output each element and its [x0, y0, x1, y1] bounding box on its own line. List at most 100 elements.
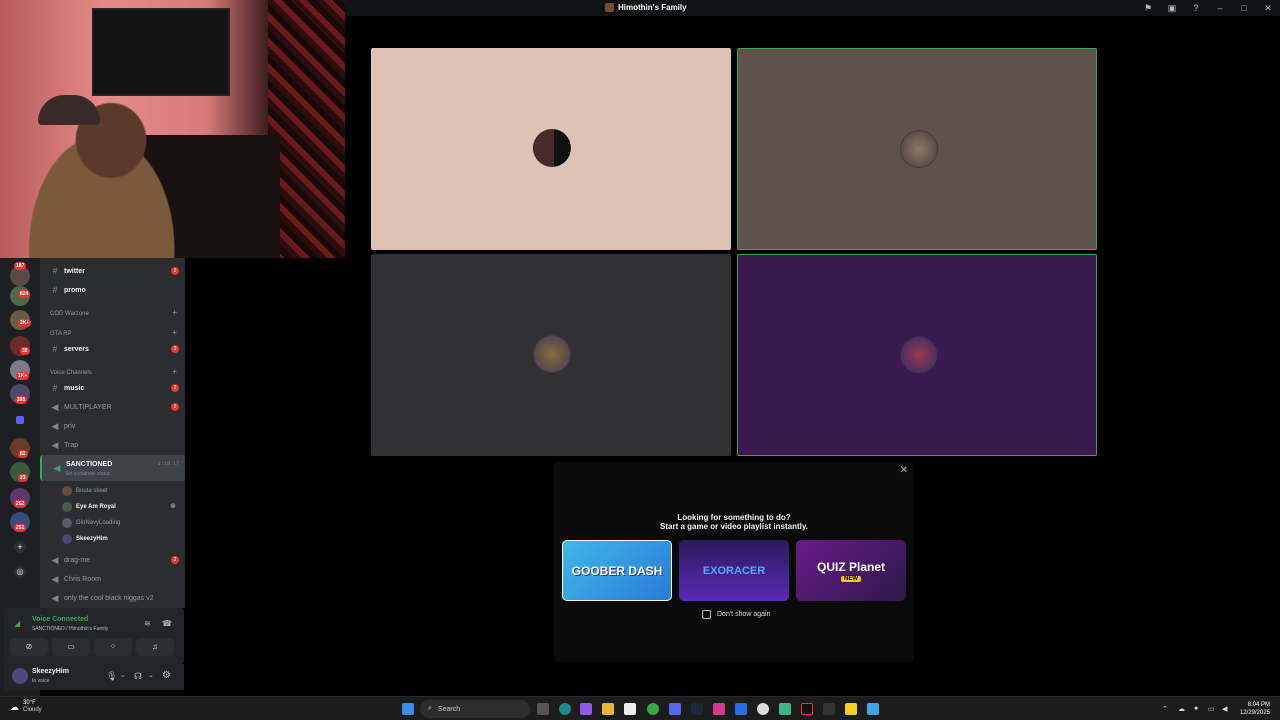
category-voice-channels[interactable]: Voice Channels	[50, 370, 92, 376]
game-card-exoracer[interactable]: EXORACER	[679, 540, 789, 601]
voice-channel-drag-me[interactable]: ◀ drag-me 2	[40, 551, 185, 569]
voice-channel-multiplayer[interactable]: ◀ MULTIPLAYER 2	[40, 398, 185, 416]
folder-icon[interactable]	[16, 416, 24, 424]
windows-start-icon[interactable]	[402, 703, 414, 715]
channel-twitter[interactable]: # twitter 2	[40, 262, 185, 280]
search-label: Search	[437, 705, 461, 713]
voice-channel-priv[interactable]: ◀ priv	[40, 417, 185, 435]
signal-icon: ◢	[14, 619, 21, 628]
participant-tile-speaking[interactable]	[737, 254, 1097, 456]
chevron-up-icon[interactable]: ⌃	[1162, 705, 1168, 713]
server-icon	[605, 3, 614, 12]
taskbar-search[interactable]: ⌕ Search	[420, 700, 530, 718]
instagram-icon[interactable]	[713, 703, 725, 715]
edge-icon[interactable]	[559, 703, 571, 715]
channel-servers[interactable]: # servers 3	[40, 340, 185, 358]
dont-show-again-checkbox[interactable]: Don't show again	[702, 610, 770, 619]
webcam-tv	[92, 8, 230, 96]
participant-tile[interactable]	[371, 254, 731, 456]
user-status: In voice	[32, 678, 50, 684]
avatar	[62, 501, 72, 512]
game-card-quiz-planet[interactable]: QUIZ Planet NEW	[796, 540, 906, 601]
checkbox-box[interactable]	[702, 610, 711, 619]
voice-channel-sanctioned[interactable]: ◀ SANCTIONED 1:19:17	[40, 455, 185, 481]
tiktok-icon[interactable]	[801, 703, 813, 715]
mention-badge: 2	[171, 384, 179, 392]
screen-share-button[interactable]: ▭	[52, 638, 90, 656]
game-title: GOOBER DASH	[571, 563, 663, 578]
task-view-icon[interactable]	[537, 703, 549, 715]
close-icon[interactable]: ✕	[900, 465, 908, 476]
inbox-icon[interactable]: ▣	[1160, 3, 1184, 14]
voice-status[interactable]: Voice Connected	[32, 616, 88, 623]
steam-icon[interactable]	[691, 703, 703, 715]
new-badge: NEW	[841, 575, 861, 582]
app-root: Himothin's Family ⚑ ▣ ? – □ ✕ 187 824 2K…	[0, 0, 1280, 720]
voice-member[interactable]: GloNavyLoading	[62, 515, 120, 530]
add-channel-icon[interactable]: +	[172, 328, 177, 337]
store-icon[interactable]	[624, 703, 636, 715]
copilot-icon[interactable]	[580, 703, 592, 715]
volume-icon[interactable]: ◀	[1222, 705, 1227, 713]
member-name: Eye Am Royal	[76, 503, 116, 510]
speaker-icon: ◀	[51, 573, 59, 584]
add-server-icon[interactable]: +	[14, 541, 26, 553]
voice-member[interactable]: SkeezyHim	[62, 531, 108, 546]
noise-suppression-icon[interactable]: ≋	[144, 619, 151, 628]
app-icon[interactable]	[823, 703, 835, 715]
weather-widget[interactable]: ☁ 30°F Cloudy	[10, 700, 42, 714]
tray-icon[interactable]: ☁	[1178, 705, 1185, 713]
openai-icon[interactable]	[757, 703, 769, 715]
rail-badge: 2K+	[18, 319, 32, 327]
voice-member[interactable]: Eye Am Royal	[62, 499, 116, 514]
close-window-button[interactable]: ✕	[1256, 3, 1280, 14]
voice-channel-chris-room[interactable]: ◀ Chris Room	[40, 570, 185, 588]
camera-button[interactable]: ⊘	[10, 638, 48, 656]
explore-icon[interactable]: ◎	[14, 566, 26, 578]
add-channel-icon[interactable]: +	[172, 308, 177, 317]
channel-label: Trap	[64, 441, 79, 449]
voice-channel-cool[interactable]: ◀ only the cool black niggas v2	[40, 589, 185, 607]
hash-icon: #	[52, 383, 58, 393]
microphone-icon[interactable]: ●	[1194, 705, 1198, 712]
avatar	[900, 130, 938, 168]
app-icon[interactable]	[867, 703, 879, 715]
avatar[interactable]	[12, 668, 28, 684]
disconnect-icon[interactable]: ☎	[162, 619, 172, 628]
taskbar-clock[interactable]: 8:04 PM 12/29/2025	[1240, 701, 1270, 717]
app-icon[interactable]	[735, 703, 747, 715]
voice-member[interactable]: Bouta skeet	[62, 483, 108, 498]
channel-promo[interactable]: # promo	[40, 281, 185, 299]
headphones-icon[interactable]: ☊	[134, 671, 142, 682]
microphone-icon[interactable]: 🎙	[106, 671, 117, 682]
chrome-icon[interactable]	[647, 703, 659, 715]
voice-location[interactable]: SANCTIONED / Himothin's Family	[32, 626, 108, 632]
network-icon[interactable]: ▭	[1208, 705, 1215, 713]
chevron-down-icon[interactable]: ⌄	[148, 671, 154, 679]
help-icon[interactable]: ?	[1184, 3, 1208, 13]
add-channel-icon[interactable]: +	[172, 367, 177, 376]
activities-button[interactable]: ⁘	[94, 638, 132, 656]
maximize-button[interactable]: □	[1232, 3, 1256, 13]
channel-music[interactable]: # music 2	[40, 379, 185, 397]
gear-icon[interactable]: ⚙	[162, 670, 171, 681]
flag-icon[interactable]: ⚑	[1136, 3, 1160, 14]
category-cod-warzone[interactable]: COD Warzone	[50, 311, 89, 317]
game-card-goober-dash[interactable]: GOOBER DASH	[562, 540, 672, 601]
weather-desc: Cloudy	[23, 707, 42, 713]
channel-status[interactable]: Set a channel status	[65, 471, 110, 477]
user-name[interactable]: SkeezyHim	[32, 668, 69, 675]
participant-tile-speaking[interactable]	[737, 48, 1097, 250]
file-explorer-icon[interactable]	[602, 703, 614, 715]
voice-channel-trap[interactable]: ◀ Trap	[40, 436, 185, 454]
minimize-button[interactable]: –	[1208, 3, 1232, 13]
sticky-notes-icon[interactable]	[845, 703, 857, 715]
participant-tile[interactable]	[371, 48, 731, 250]
app-icon[interactable]	[779, 703, 791, 715]
category-gta-rp[interactable]: GTA RP	[50, 331, 72, 337]
hash-icon: #	[52, 344, 58, 354]
chevron-down-icon[interactable]: ⌄	[120, 671, 126, 679]
soundboard-button[interactable]: ♫	[136, 638, 174, 656]
discord-icon[interactable]	[669, 703, 681, 715]
title-bar-controls: ⚑ ▣ ? – □ ✕	[1136, 0, 1280, 16]
